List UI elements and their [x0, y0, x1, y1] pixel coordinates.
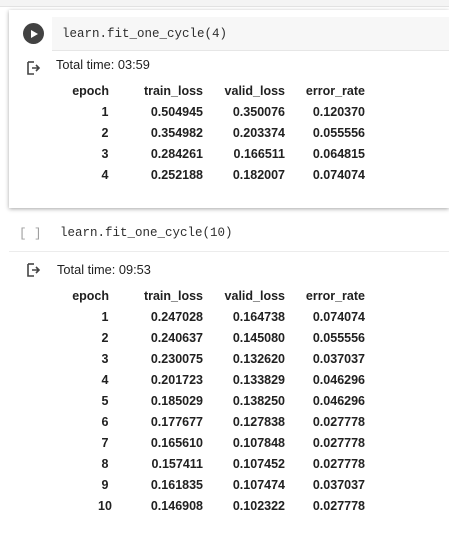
cell-train-loss: 0.185029: [150, 393, 203, 408]
cell-epoch: 3: [101, 146, 109, 161]
table-row: 1 0.504945 0.350076 0.120370: [61, 101, 365, 122]
table-row: 2 0.240637 0.145080 0.055556: [61, 327, 365, 348]
table-row: 8 0.157411 0.107452 0.027778: [61, 453, 365, 474]
results-table-2: epoch train_loss valid_loss error_rate 1…: [61, 285, 365, 516]
cell-valid-loss: 0.102322: [232, 498, 285, 513]
code-cell-1[interactable]: learn.fit_one_cycle(4) Total time: 03:59…: [9, 10, 449, 208]
cell-train-loss: 0.354982: [150, 125, 203, 140]
cell-epoch: 3: [101, 351, 109, 366]
total-time-1: Total time: 03:59: [56, 57, 150, 72]
column-header: error_rate: [305, 288, 365, 303]
cell-epoch: 1: [101, 309, 109, 324]
table-row: 10 0.146908 0.102322 0.027778: [61, 495, 365, 516]
table-row: 4 0.252188 0.182007 0.074074: [61, 164, 365, 185]
cell-train-loss: 0.146908: [150, 498, 203, 513]
cell-valid-loss: 0.145080: [232, 330, 285, 345]
cell-epoch: 6: [101, 414, 109, 429]
cell-train-loss: 0.201723: [150, 372, 203, 387]
cell-error-rate: 0.037037: [312, 351, 365, 366]
execution-count-marker[interactable]: [ ]: [19, 227, 42, 241]
cell-train-loss: 0.240637: [150, 330, 203, 345]
top-strip: [0, 0, 449, 7]
cell-train-loss: 0.165610: [150, 435, 203, 450]
cell-epoch: 8: [101, 456, 109, 471]
output-arrow-icon: [27, 263, 41, 277]
cell-error-rate: 0.027778: [312, 456, 365, 471]
cell-epoch: 4: [101, 372, 109, 387]
cell-valid-loss: 0.166511: [233, 146, 285, 161]
cell-error-rate: 0.027778: [312, 414, 365, 429]
column-header: valid_loss: [224, 288, 285, 303]
play-icon: [30, 29, 38, 38]
table-header-row: epoch train_loss valid_loss error_rate: [61, 285, 365, 306]
cell-error-rate: 0.055556: [312, 330, 365, 345]
cell-valid-loss: 0.182007: [232, 167, 285, 182]
cell-valid-loss: 0.350076: [232, 104, 285, 119]
results-table-1: epoch train_loss valid_loss error_rate 1…: [61, 80, 365, 185]
cell-epoch: 1: [101, 104, 109, 119]
cell-valid-loss: 0.203374: [232, 125, 285, 140]
column-header: epoch: [72, 83, 109, 98]
cell-error-rate: 0.046296: [312, 372, 365, 387]
cell-train-loss: 0.230075: [150, 351, 203, 366]
cell-train-loss: 0.177677: [150, 414, 203, 429]
table-row: 7 0.165610 0.107848 0.027778: [61, 432, 365, 453]
cell-valid-loss: 0.164738: [232, 309, 285, 324]
column-header: train_loss: [143, 83, 203, 98]
column-header: valid_loss: [224, 83, 285, 98]
cell-train-loss: 0.157411: [151, 456, 203, 471]
run-cell-button[interactable]: [23, 23, 44, 44]
cell-epoch: 4: [101, 167, 109, 182]
cell-train-loss: 0.504945: [150, 104, 203, 119]
cell-train-loss: 0.247028: [150, 309, 203, 324]
cell-error-rate: 0.027778: [312, 498, 365, 513]
cell-error-rate: 0.074074: [312, 167, 365, 182]
cell-error-rate: 0.064815: [312, 146, 365, 161]
cell-train-loss: 0.252188: [150, 167, 203, 182]
cell-error-rate: 0.027778: [312, 435, 365, 450]
cell-epoch: 7: [101, 435, 109, 450]
table-row: 3 0.284261 0.166511 0.064815: [61, 143, 365, 164]
cell-error-rate: 0.046296: [312, 393, 365, 408]
cell-error-rate: 0.120370: [312, 104, 365, 119]
cell-error-rate: 0.037037: [312, 477, 365, 492]
cell-valid-loss: 0.132620: [232, 351, 285, 366]
code-text-2[interactable]: learn.fit_one_cycle(10): [60, 226, 233, 240]
cell-valid-loss: 0.133829: [232, 372, 285, 387]
cell-valid-loss: 0.107452: [232, 456, 285, 471]
cell-train-loss: 0.284261: [150, 146, 203, 161]
cell-train-loss: 0.161835: [150, 477, 203, 492]
column-header: error_rate: [305, 83, 365, 98]
output-arrow-icon: [27, 61, 41, 75]
cell-epoch: 2: [101, 330, 109, 345]
cell-valid-loss: 0.107474: [232, 477, 285, 492]
table-row: 4 0.201723 0.133829 0.046296: [61, 369, 365, 390]
cell-valid-loss: 0.138250: [232, 393, 285, 408]
table-row: 2 0.354982 0.203374 0.055556: [61, 122, 365, 143]
code-text-1[interactable]: learn.fit_one_cycle(4): [62, 27, 227, 41]
code-editor-1[interactable]: learn.fit_one_cycle(4): [52, 17, 449, 51]
table-row: 5 0.185029 0.138250 0.046296: [61, 390, 365, 411]
cell-epoch: 9: [101, 477, 109, 492]
cell-epoch: 5: [101, 393, 109, 408]
table-header-row: epoch train_loss valid_loss error_rate: [61, 80, 365, 101]
cell-valid-loss: 0.107848: [232, 435, 285, 450]
cell-divider: [9, 251, 449, 252]
table-row: 6 0.177677 0.127838 0.027778: [61, 411, 365, 432]
cell-epoch: 2: [101, 125, 109, 140]
table-row: 9 0.161835 0.107474 0.037037: [61, 474, 365, 495]
column-header: train_loss: [143, 288, 203, 303]
cell-epoch: 10: [98, 498, 112, 513]
column-header: epoch: [72, 288, 109, 303]
table-row: 1 0.247028 0.164738 0.074074: [61, 306, 365, 327]
cell-error-rate: 0.074074: [312, 309, 365, 324]
total-time-2: Total time: 09:53: [57, 262, 151, 277]
cell-error-rate: 0.055556: [312, 125, 365, 140]
table-row: 3 0.230075 0.132620 0.037037: [61, 348, 365, 369]
cell-valid-loss: 0.127838: [232, 414, 285, 429]
